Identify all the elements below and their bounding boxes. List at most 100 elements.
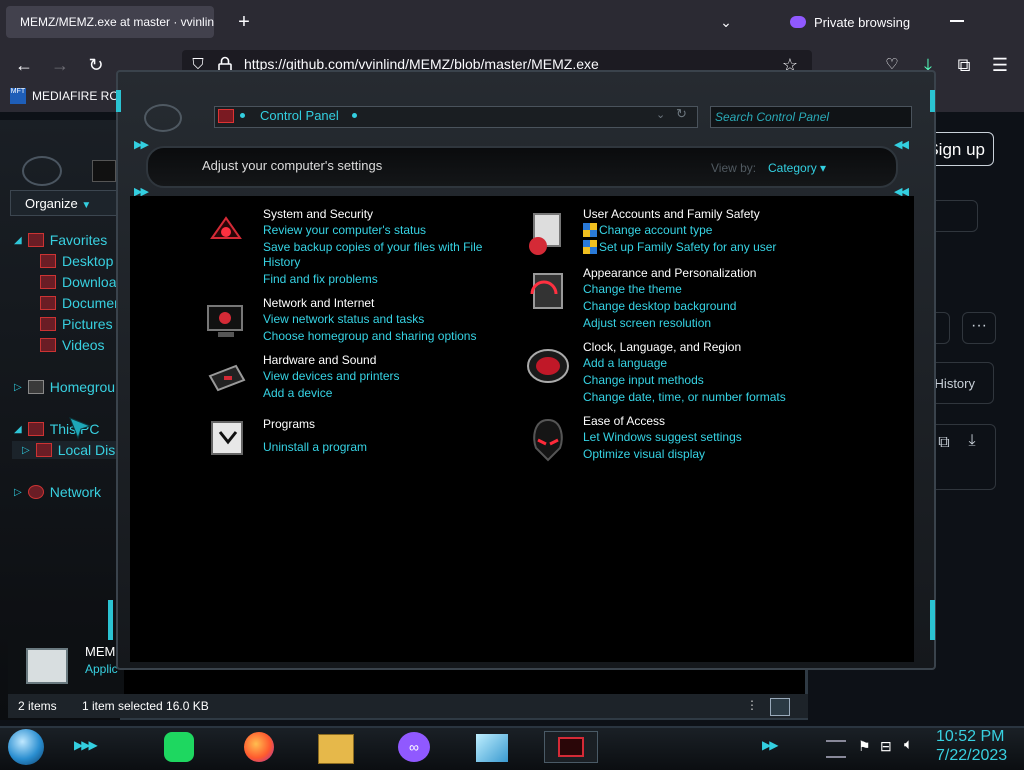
nav-favorites[interactable]: ◢ Favorites <box>14 232 107 248</box>
link-change-account-type[interactable]: Change account type <box>599 223 712 237</box>
nav-desktop[interactable]: Desktop <box>40 253 113 269</box>
link-suggest-settings[interactable]: Let Windows suggest settings <box>583 430 742 444</box>
download-icon[interactable]: ⤓ <box>962 432 982 454</box>
nav-label: Documen <box>62 295 122 311</box>
chevron-down-icon: ▼ <box>81 200 92 211</box>
link-add-language[interactable]: Add a language <box>583 356 667 370</box>
browser-tab-active[interactable]: MEMZ/MEMZ.exe at master · vvinlind/MEMZ … <box>6 6 214 38</box>
user-accounts-icon[interactable] <box>524 212 564 255</box>
start-button[interactable] <box>8 729 44 765</box>
ease-of-access-icon[interactable] <box>528 418 568 462</box>
computer-icon <box>27 422 44 436</box>
nav-downloads[interactable]: Downloa <box>40 274 116 290</box>
glass-app-icon[interactable] <box>476 734 508 762</box>
nav-homegroup[interactable]: ▷ Homegroup <box>14 379 123 395</box>
extensions-icon[interactable]: ⧉ <box>950 52 978 78</box>
frame-notch <box>930 600 935 640</box>
folder-icon[interactable] <box>92 160 116 182</box>
control-panel-app-icon[interactable] <box>544 731 598 763</box>
taskbar-clock-time[interactable]: 10:52 PM <box>936 728 1004 746</box>
frame-notch <box>116 90 121 112</box>
bookmark-label: MEDIAFIRE RO <box>32 89 119 103</box>
link-family-safety[interactable]: Set up Family Safety for any user <box>599 240 776 254</box>
private-window-app-icon[interactable]: ∞ <box>398 732 430 762</box>
clock-globe-icon[interactable] <box>526 346 569 386</box>
uac-shield-icon <box>583 223 597 237</box>
action-center-flag-icon[interactable]: ⚑ <box>858 738 871 755</box>
category-programs-title[interactable]: Programs <box>263 417 315 431</box>
nav-network[interactable]: ▷ Network <box>14 484 101 500</box>
network-monitor-icon[interactable] <box>204 300 244 340</box>
breadcrumb-separator-icon[interactable] <box>352 113 357 118</box>
category-appearance-title[interactable]: Appearance and Personalization <box>583 266 756 280</box>
explorer-orb-icon <box>22 156 62 186</box>
link-backup-files-cont[interactable]: History <box>263 255 300 269</box>
link-screen-resolution[interactable]: Adjust screen resolution <box>583 316 711 330</box>
link-input-methods[interactable]: Change input methods <box>583 373 704 387</box>
link-change-theme[interactable]: Change the theme <box>583 282 682 296</box>
new-tab-button[interactable]: + <box>230 8 258 36</box>
minimize-icon[interactable] <box>950 20 964 22</box>
category-ease-title[interactable]: Ease of Access <box>583 414 665 428</box>
nav-documents[interactable]: Documen <box>40 295 122 311</box>
link-homegroup-sharing[interactable]: Choose homegroup and sharing options <box>263 329 476 343</box>
cp-back-orb-icon[interactable] <box>144 104 182 132</box>
tray-overflow-icon[interactable] <box>826 740 846 758</box>
view-by-category-dropdown[interactable]: Category ▾ <box>768 161 826 175</box>
nav-localdisk[interactable]: ▷ Local Dis <box>12 441 116 459</box>
more-options-button[interactable]: ··· <box>962 312 996 344</box>
list-tabs-chevron-icon[interactable]: ⌄ <box>715 8 737 36</box>
printer-icon[interactable] <box>206 358 246 398</box>
copy-icon[interactable]: ⧉ <box>934 434 954 454</box>
file-explorer-app-icon[interactable] <box>318 734 354 764</box>
firefox-app-icon[interactable] <box>244 732 274 762</box>
volume-icon[interactable]: 🔈︎ <box>904 736 913 753</box>
link-optimize-display[interactable]: Optimize visual display <box>583 447 705 461</box>
expand-arrow-icon: ◢ <box>14 234 22 246</box>
private-browsing-label: Private browsing <box>814 14 911 30</box>
expand-arrow-icon: ▷ <box>14 486 22 498</box>
large-icons-view-icon[interactable] <box>770 698 790 716</box>
details-view-icon[interactable]: ⋮ <box>746 698 758 714</box>
link-date-time-formats[interactable]: Change date, time, or number formats <box>583 390 786 404</box>
refresh-icon[interactable]: ↻ <box>676 106 687 122</box>
taskbar-clock-date[interactable]: 7/22/2023 <box>936 747 1007 765</box>
cp-breadcrumb[interactable]: Control Panel <box>260 108 339 123</box>
shield-icon[interactable] <box>206 210 246 250</box>
bookmark-mediafire[interactable]: MFT MEDIAFIRE RO <box>10 88 119 104</box>
programs-box-icon[interactable] <box>208 418 248 458</box>
link-devices-printers[interactable]: View devices and printers <box>263 369 400 383</box>
category-hardware-title[interactable]: Hardware and Sound <box>263 353 376 367</box>
link-network-status[interactable]: View network status and tasks <box>263 312 424 326</box>
nav-videos[interactable]: Videos <box>40 337 105 353</box>
category-system-title[interactable]: System and Security <box>263 207 373 221</box>
link-add-device[interactable]: Add a device <box>263 386 332 400</box>
link-desktop-background[interactable]: Change desktop background <box>583 299 736 313</box>
category-network-title[interactable]: Network and Internet <box>263 296 374 310</box>
category-clock-title[interactable]: Clock, Language, and Region <box>583 340 741 354</box>
link-uninstall-program[interactable]: Uninstall a program <box>263 440 367 454</box>
disk-icon <box>35 443 52 457</box>
back-arrow-icon[interactable]: ← <box>10 52 38 78</box>
details-file-type: Applic <box>85 662 118 676</box>
network-tray-icon[interactable]: ⊟ <box>880 738 892 755</box>
appearance-icon[interactable] <box>526 272 566 312</box>
category-accounts-title[interactable]: User Accounts and Family Safety <box>583 207 760 221</box>
link-backup-files[interactable]: Save backup copies of your files with Fi… <box>263 240 482 254</box>
nav-pictures[interactable]: Pictures <box>40 316 113 332</box>
spotify-app-icon[interactable] <box>164 732 194 762</box>
reload-icon[interactable]: ↻ <box>82 52 110 78</box>
view-by-label: View by: <box>711 161 757 175</box>
menu-hamburger-icon[interactable]: ☰ <box>986 52 1014 78</box>
link-find-fix[interactable]: Find and fix problems <box>263 272 378 286</box>
private-browsing-indicator: Private browsing <box>790 10 910 34</box>
private-mask-icon <box>790 16 806 28</box>
link-review-status[interactable]: Review your computer's status <box>263 223 426 237</box>
forward-arrow-icon[interactable]: → <box>46 52 74 78</box>
address-dropdown-chevron-icon[interactable]: ⌄ <box>656 108 665 121</box>
cp-search-input[interactable] <box>710 106 912 128</box>
star-icon <box>27 233 44 247</box>
organize-button[interactable]: Organize ▼ <box>10 190 118 216</box>
status-item-count: 2 items <box>18 699 57 713</box>
control-panel-icon <box>218 109 234 123</box>
